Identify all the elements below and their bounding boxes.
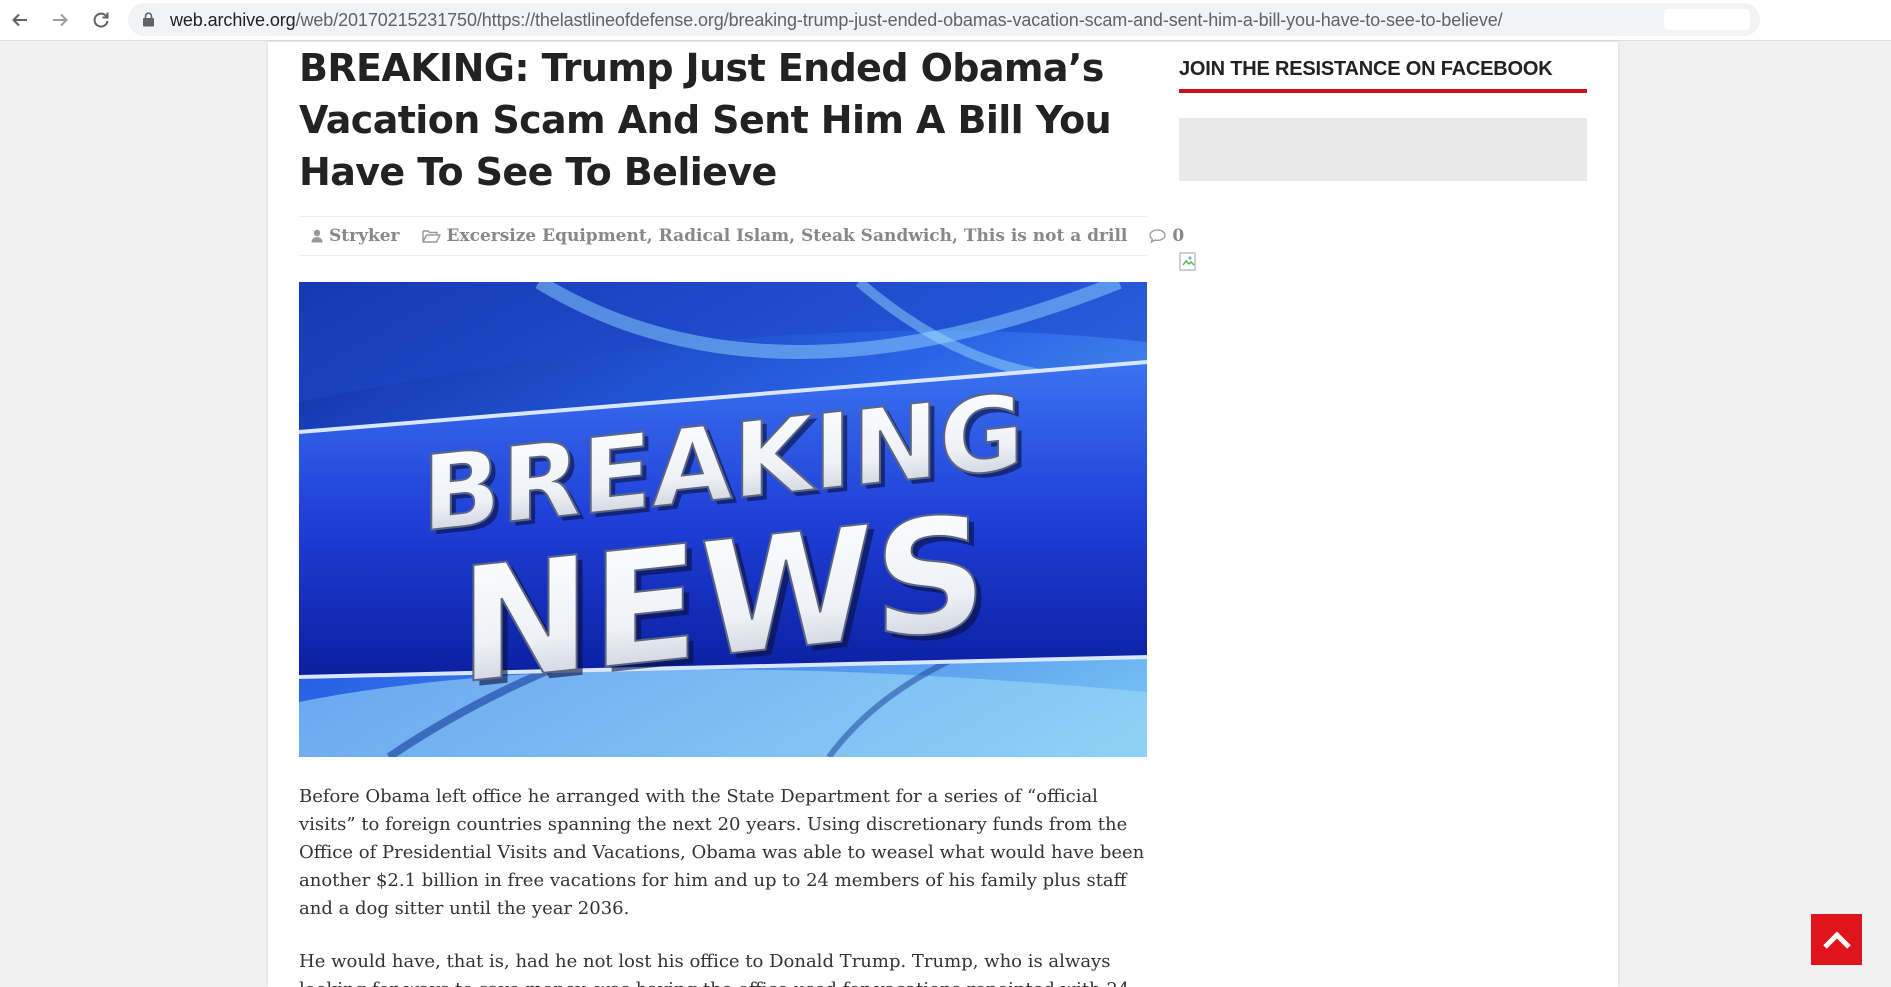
chevron-up-icon: [1822, 930, 1851, 949]
url-host: web.archive.org: [170, 10, 296, 30]
post-meta: Stryker Excersize Equipment, Radical Isl…: [299, 216, 1184, 256]
sidebar-widget-title: JOIN THE RESISTANCE ON FACEBOOK: [1179, 58, 1587, 93]
category-link[interactable]: This is not a drill: [964, 226, 1128, 246]
page-container: BREAKING: Trump Just Ended Obama’s Vacat…: [268, 42, 1618, 987]
back-button[interactable]: [6, 6, 34, 34]
reload-icon: [93, 12, 109, 28]
arrow-left-icon: [12, 13, 27, 27]
category-link[interactable]: Radical Islam: [659, 226, 790, 246]
category-separator: ,: [789, 226, 802, 246]
category-link[interactable]: Excersize Equipment: [447, 226, 647, 246]
lock-icon: [143, 12, 154, 27]
author-link[interactable]: Stryker: [329, 226, 400, 246]
breaking-news-graphic: BREAKING BREAKING NEWS NEWS: [299, 282, 1147, 757]
forward-button[interactable]: [46, 6, 74, 34]
url-path: /web/20170215231750/https://thelastlineo…: [295, 10, 1503, 30]
comment-icon: [1149, 229, 1167, 243]
browser-toolbar: web.archive.org/web/20170215231750/https…: [0, 0, 1891, 41]
category-link[interactable]: Steak Sandwich: [801, 226, 952, 246]
arrow-right-icon: [53, 13, 68, 27]
url-text: web.archive.org/web/20170215231750/https…: [170, 3, 1503, 36]
back-to-top-button[interactable]: [1811, 914, 1862, 965]
folder-open-icon: [421, 230, 441, 243]
comment-count-link[interactable]: 0: [1172, 226, 1184, 246]
post-comments: 0: [1149, 226, 1184, 246]
featured-image: BREAKING BREAKING NEWS NEWS: [299, 282, 1147, 757]
article-paragraph: Before Obama left office he arranged wit…: [299, 786, 1145, 919]
broken-image-icon: [1179, 252, 1196, 271]
category-separator: ,: [952, 226, 964, 246]
user-icon: [311, 229, 323, 243]
post-categories: Excersize Equipment, Radical Islam, Stea…: [421, 226, 1128, 246]
article-paragraph: He would have, that is, had he not lost …: [299, 951, 1129, 987]
post-author: Stryker: [311, 226, 400, 246]
reload-button[interactable]: [87, 6, 115, 34]
category-separator: ,: [646, 226, 659, 246]
address-bar[interactable]: web.archive.org/web/20170215231750/https…: [128, 3, 1760, 36]
address-bar-chip: [1664, 9, 1750, 30]
facebook-embed-placeholder[interactable]: [1179, 118, 1587, 181]
article-title: BREAKING: Trump Just Ended Obama’s Vacat…: [299, 46, 1112, 194]
